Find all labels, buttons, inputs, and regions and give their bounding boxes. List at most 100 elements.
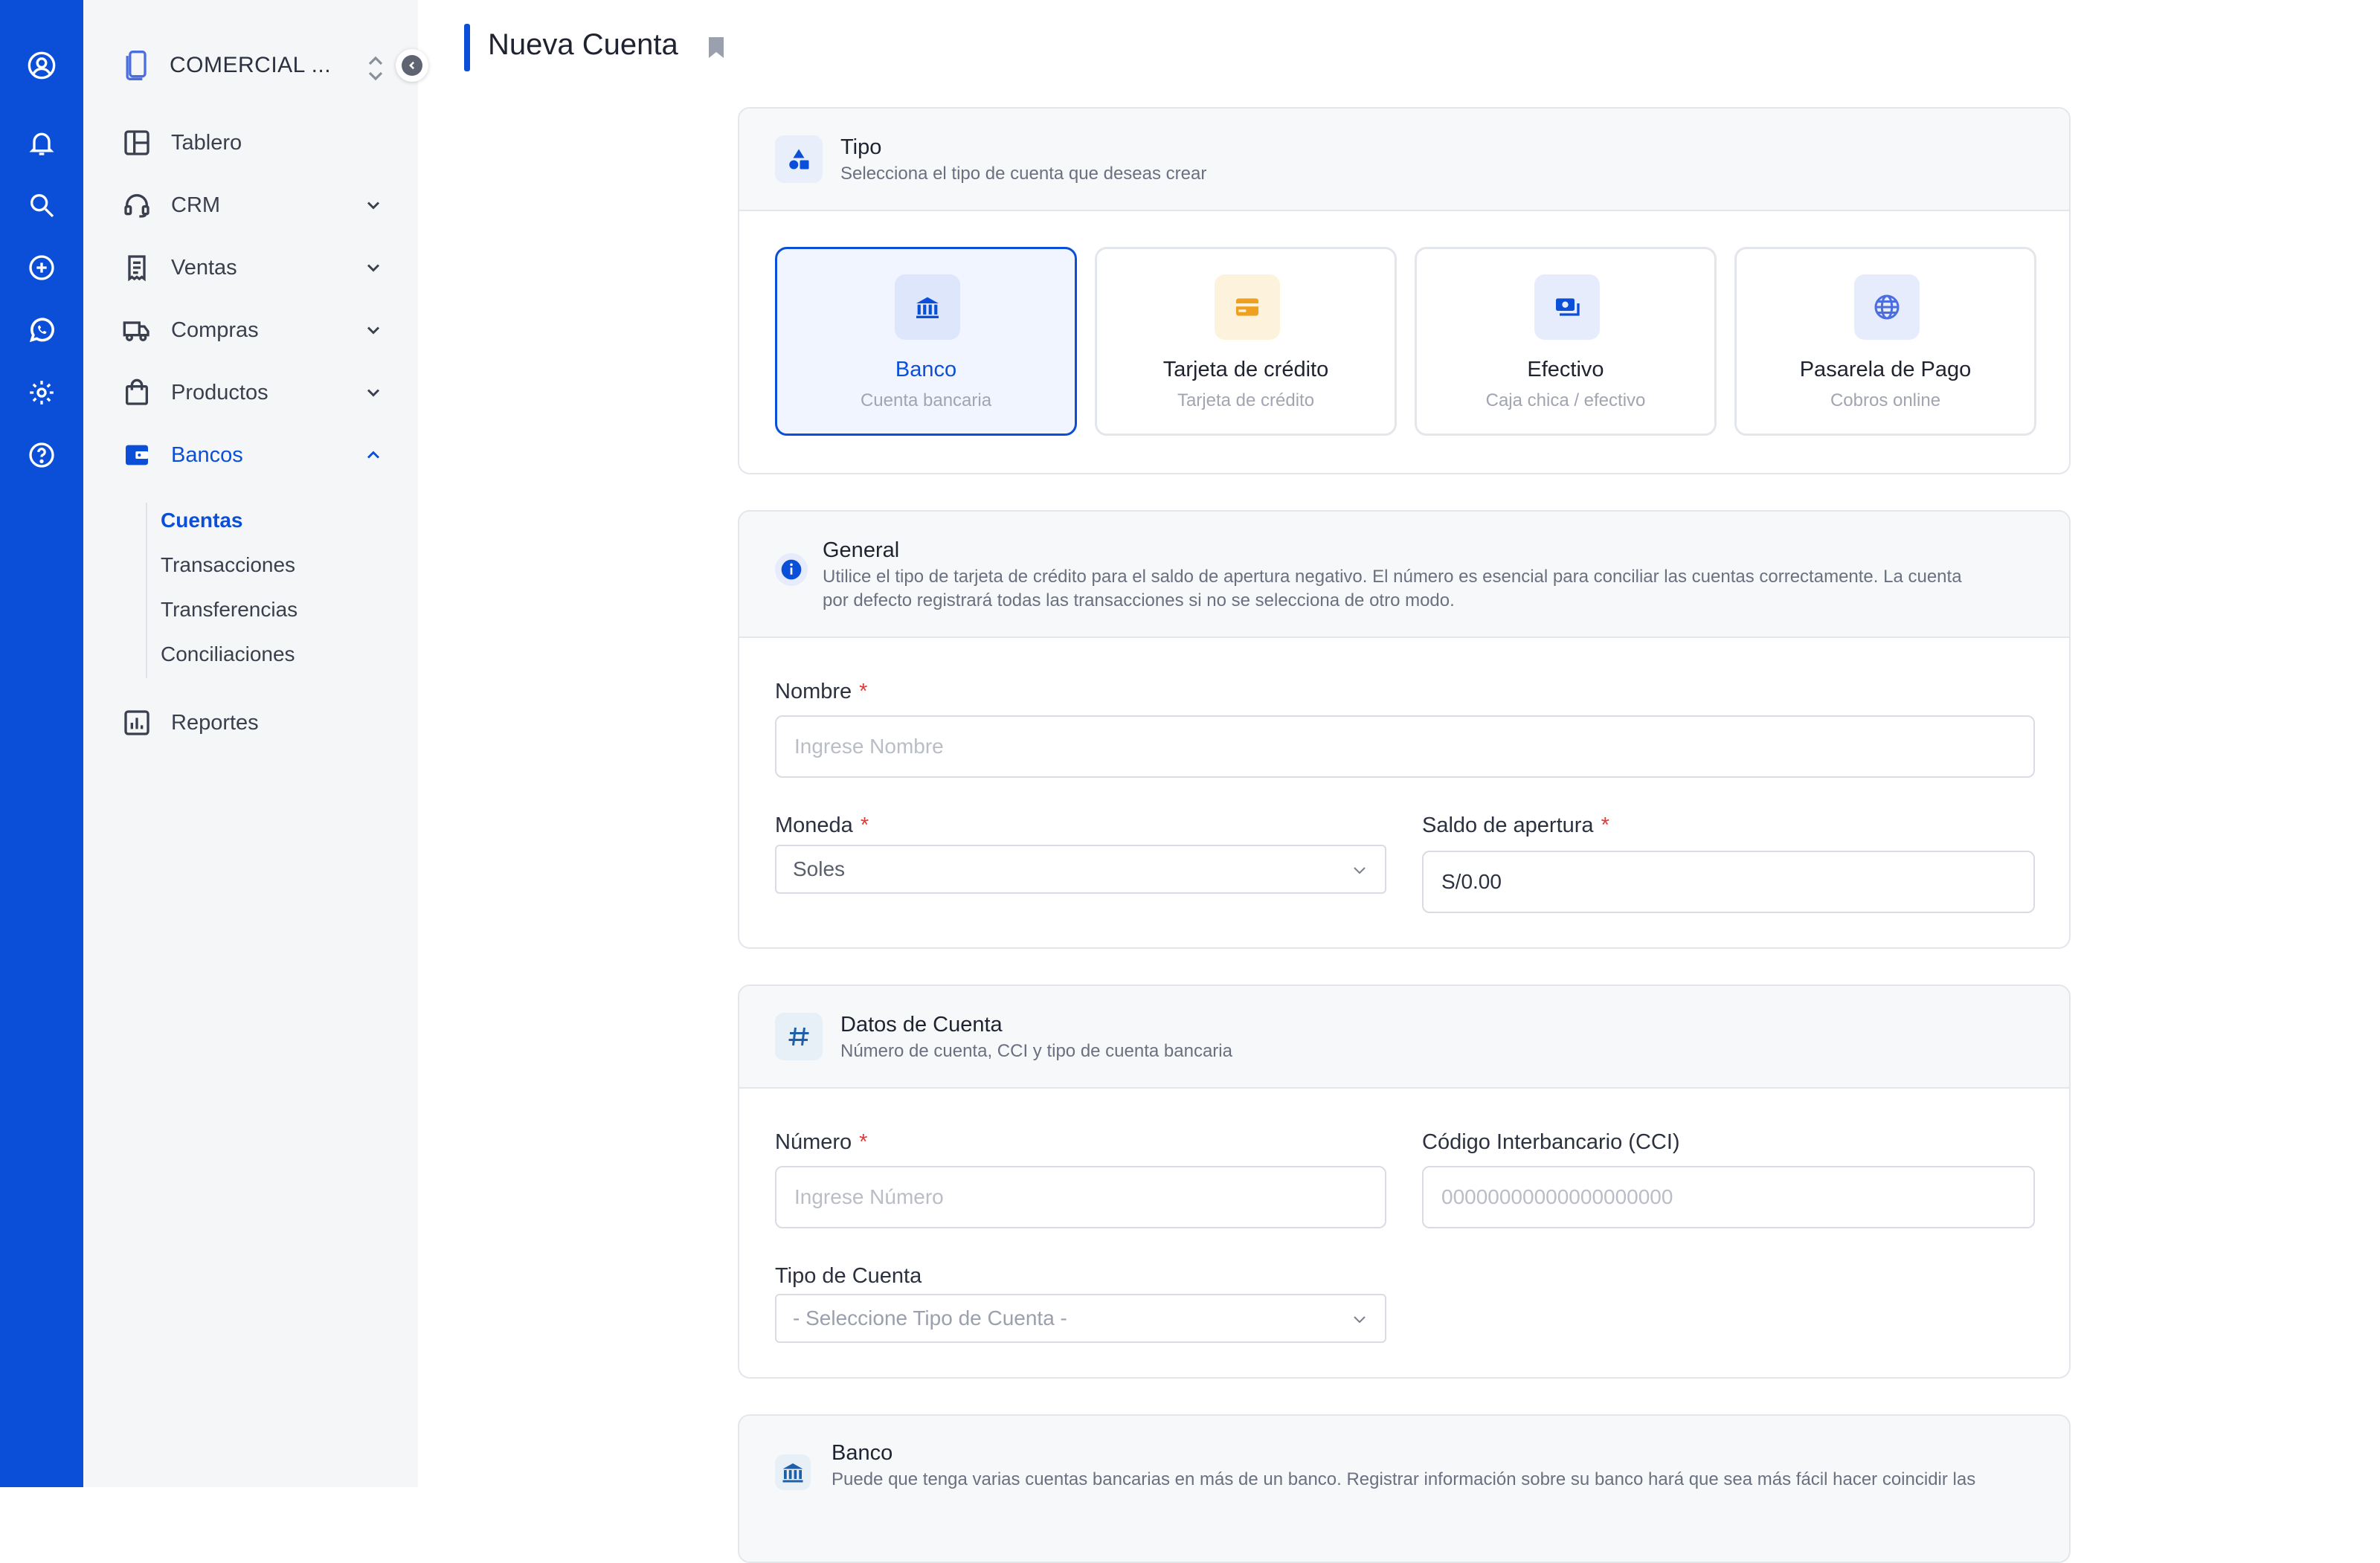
banco-description: Puede que tenga varias cuentas bancarias… — [832, 1469, 1976, 1489]
whatsapp-icon[interactable] — [25, 314, 58, 347]
option-title: Efectivo — [1527, 358, 1604, 381]
nav-label: Bancos — [171, 442, 243, 467]
credit-card-icon — [1215, 274, 1280, 340]
numero-label: Número * — [775, 1130, 868, 1154]
nav-label: Compras — [171, 318, 259, 342]
cci-label: Código Interbancario (CCI) — [1422, 1130, 1680, 1154]
tipo-cuenta-label: Tipo de Cuenta — [775, 1264, 922, 1288]
receipt-icon — [120, 251, 153, 284]
chevron-down-icon — [1354, 867, 1366, 874]
general-description-line-2: por defecto registrará todas las transac… — [823, 590, 1455, 610]
main-content: Nueva Cuenta Tipo Selecciona el tipo de … — [418, 0, 2380, 1563]
datos-subtitle: Número de cuenta, CCI y tipo de cuenta b… — [840, 1041, 1232, 1061]
nav-label: CRM — [171, 193, 221, 217]
chevron-down-icon — [367, 326, 380, 335]
cash-icon — [1534, 274, 1600, 340]
nav-crm[interactable]: CRM — [120, 184, 396, 226]
nav-label: Productos — [171, 380, 268, 405]
nav-label: Ventas — [171, 255, 237, 280]
saldo-input[interactable] — [1422, 851, 2035, 913]
nombre-input[interactable] — [775, 715, 2035, 778]
gear-icon[interactable] — [25, 376, 58, 409]
datos-cuenta-card: Datos de Cuenta Número de cuenta, CCI y … — [738, 984, 2071, 1379]
truck-icon — [120, 314, 153, 347]
option-subtitle: Cuenta bancaria — [860, 390, 992, 410]
cci-input[interactable] — [1422, 1166, 2035, 1228]
subnav-conciliaciones[interactable]: Conciliaciones — [161, 639, 295, 669]
bank-icon — [775, 1454, 811, 1490]
banco-card-header: Banco Puede que tenga varias cuentas ban… — [739, 1416, 2069, 1562]
sidebar: COMERCIAL ... Tablero CRM Ventas Compras… — [83, 0, 428, 1487]
user-icon[interactable] — [25, 49, 58, 82]
org-switcher[interactable]: COMERCIAL ... — [120, 45, 331, 86]
nav-productos[interactable]: Productos — [120, 372, 396, 413]
type-option-tarjeta[interactable]: Tarjeta de crédito Tarjeta de crédito — [1095, 247, 1397, 436]
icon-rail — [0, 0, 83, 1487]
chevron-updown-icon[interactable] — [366, 55, 385, 82]
chart-icon — [120, 706, 153, 739]
tipo-cuenta-select[interactable]: - Seleccione Tipo de Cuenta - — [775, 1294, 1386, 1343]
subnav-transferencias[interactable]: Transferencias — [161, 595, 298, 625]
subnav-transacciones[interactable]: Transacciones — [161, 550, 295, 580]
tipo-card-header: Tipo Selecciona el tipo de cuenta que de… — [739, 109, 2069, 211]
page-title: Nueva Cuenta — [488, 28, 678, 61]
globe-icon — [1854, 274, 1920, 340]
option-subtitle: Cobros online — [1830, 390, 1941, 410]
org-name: COMERCIAL ... — [170, 53, 332, 77]
chevron-left-icon — [409, 61, 414, 70]
option-title: Pasarela de Pago — [1799, 358, 1972, 381]
subnav-cuentas[interactable]: Cuentas — [161, 506, 242, 535]
bell-icon[interactable] — [25, 126, 58, 159]
title-accent — [464, 24, 470, 71]
general-card-header: General Utilice el tipo de tarjeta de cr… — [739, 512, 2069, 638]
numero-input[interactable] — [775, 1166, 1386, 1228]
bank-icon — [895, 274, 960, 340]
moneda-label: Moneda * — [775, 813, 869, 837]
info-icon — [775, 553, 808, 586]
general-title: General — [823, 538, 900, 562]
datos-title: Datos de Cuenta — [840, 1013, 1003, 1037]
headset-icon — [120, 189, 153, 222]
submenu-divider — [146, 503, 147, 678]
chevron-down-icon — [1354, 1316, 1366, 1324]
chevron-up-icon — [367, 451, 380, 459]
type-option-efectivo[interactable]: Efectivo Caja chica / efectivo — [1415, 247, 1717, 436]
nav-tablero[interactable]: Tablero — [120, 122, 396, 164]
nav-reportes[interactable]: Reportes — [120, 702, 396, 744]
tipo-card: Tipo Selecciona el tipo de cuenta que de… — [738, 107, 2071, 474]
help-icon[interactable] — [25, 439, 58, 471]
chevron-down-icon — [367, 264, 380, 272]
hash-icon — [775, 1013, 823, 1060]
add-circle-icon[interactable] — [25, 251, 58, 284]
general-description-line-1: Utilice el tipo de tarjeta de crédito pa… — [823, 567, 1962, 587]
type-option-banco[interactable]: Banco Cuenta bancaria — [775, 247, 1077, 436]
wallet-icon — [120, 439, 153, 471]
type-option-pasarela[interactable]: Pasarela de Pago Cobros online — [1734, 247, 2036, 436]
bookmark-icon[interactable] — [707, 36, 726, 59]
nav-compras[interactable]: Compras — [120, 309, 396, 351]
tipo-title: Tipo — [840, 135, 882, 159]
datos-card-header: Datos de Cuenta Número de cuenta, CCI y … — [739, 986, 2069, 1089]
nav-label: Reportes — [171, 710, 259, 735]
layout-icon — [120, 126, 153, 159]
option-title: Banco — [895, 358, 957, 381]
nav-ventas[interactable]: Ventas — [120, 247, 396, 289]
chevron-down-icon — [367, 389, 380, 397]
banco-title: Banco — [832, 1441, 893, 1465]
nombre-label: Nombre * — [775, 680, 868, 703]
saldo-label: Saldo de apertura * — [1422, 813, 1609, 837]
option-subtitle: Caja chica / efectivo — [1485, 390, 1646, 410]
bag-icon — [120, 376, 153, 409]
nav-label: Tablero — [171, 130, 242, 155]
banco-card: Banco Puede que tenga varias cuentas ban… — [738, 1414, 2071, 1563]
search-icon[interactable] — [25, 189, 58, 222]
copy-icon — [126, 51, 147, 80]
option-title: Tarjeta de crédito — [1162, 358, 1329, 381]
general-card: General Utilice el tipo de tarjeta de cr… — [738, 510, 2071, 949]
shapes-icon — [775, 135, 823, 183]
chevron-down-icon — [367, 202, 380, 210]
nav-bancos[interactable]: Bancos — [120, 434, 396, 476]
moneda-select[interactable]: Soles — [775, 845, 1386, 894]
option-subtitle: Tarjeta de crédito — [1177, 390, 1315, 410]
tipo-subtitle: Selecciona el tipo de cuenta que deseas … — [840, 164, 1207, 184]
